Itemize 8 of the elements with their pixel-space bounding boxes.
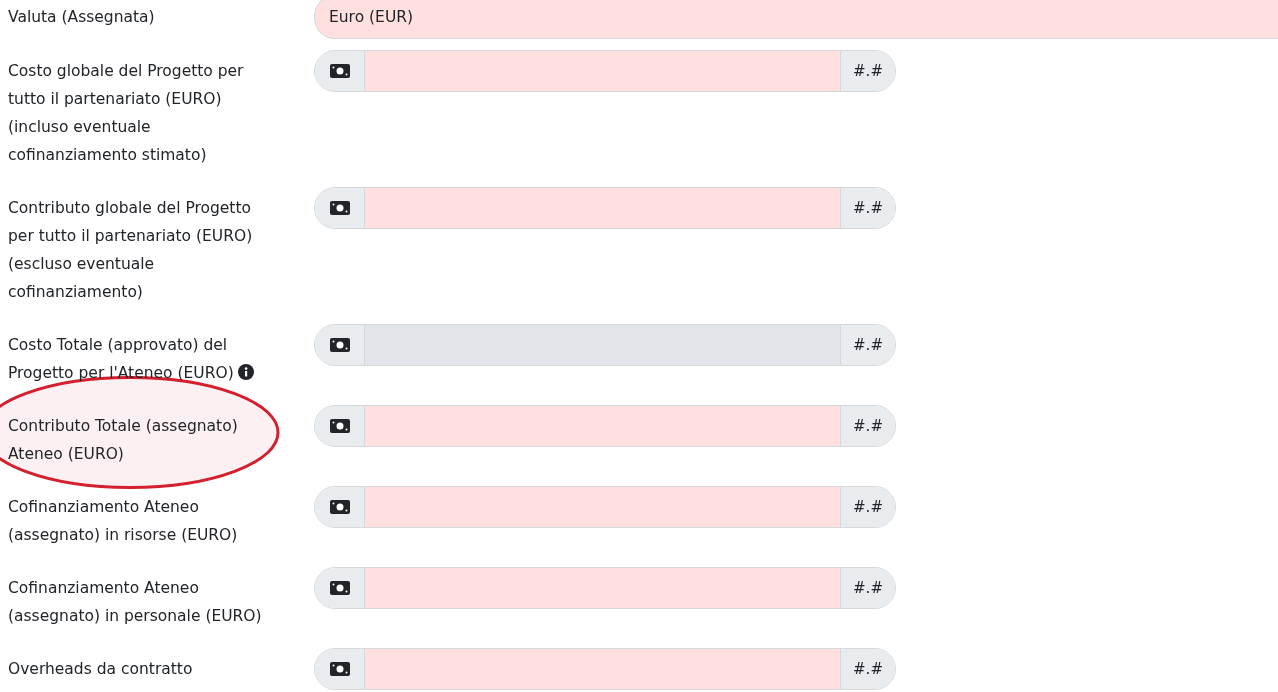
field-label: Cofinanziamento Ateneo (assegnato) in risorse (EURO) [8, 498, 238, 544]
field-label: Costo globale del Progetto per tutto il partenariato (EURO) (incluso eventuale cofinanziamento stimato) [8, 62, 244, 164]
field-label: Contributo Totale (assegnato) Ateneo (EURO) [8, 417, 238, 463]
field-label: Cofinanziamento Ateneo (assegnato) in personale (EURO) [8, 579, 262, 625]
currency-select[interactable]: Euro (EUR) [314, 0, 1278, 39]
field-label: Valuta (Assegnata) [8, 8, 155, 26]
field-label: Contributo globale del Progetto per tutto il partenariato (EURO) (escluso eventuale cofinanziamento) [8, 199, 253, 301]
field-label: Overheads da contratto [8, 660, 193, 678]
